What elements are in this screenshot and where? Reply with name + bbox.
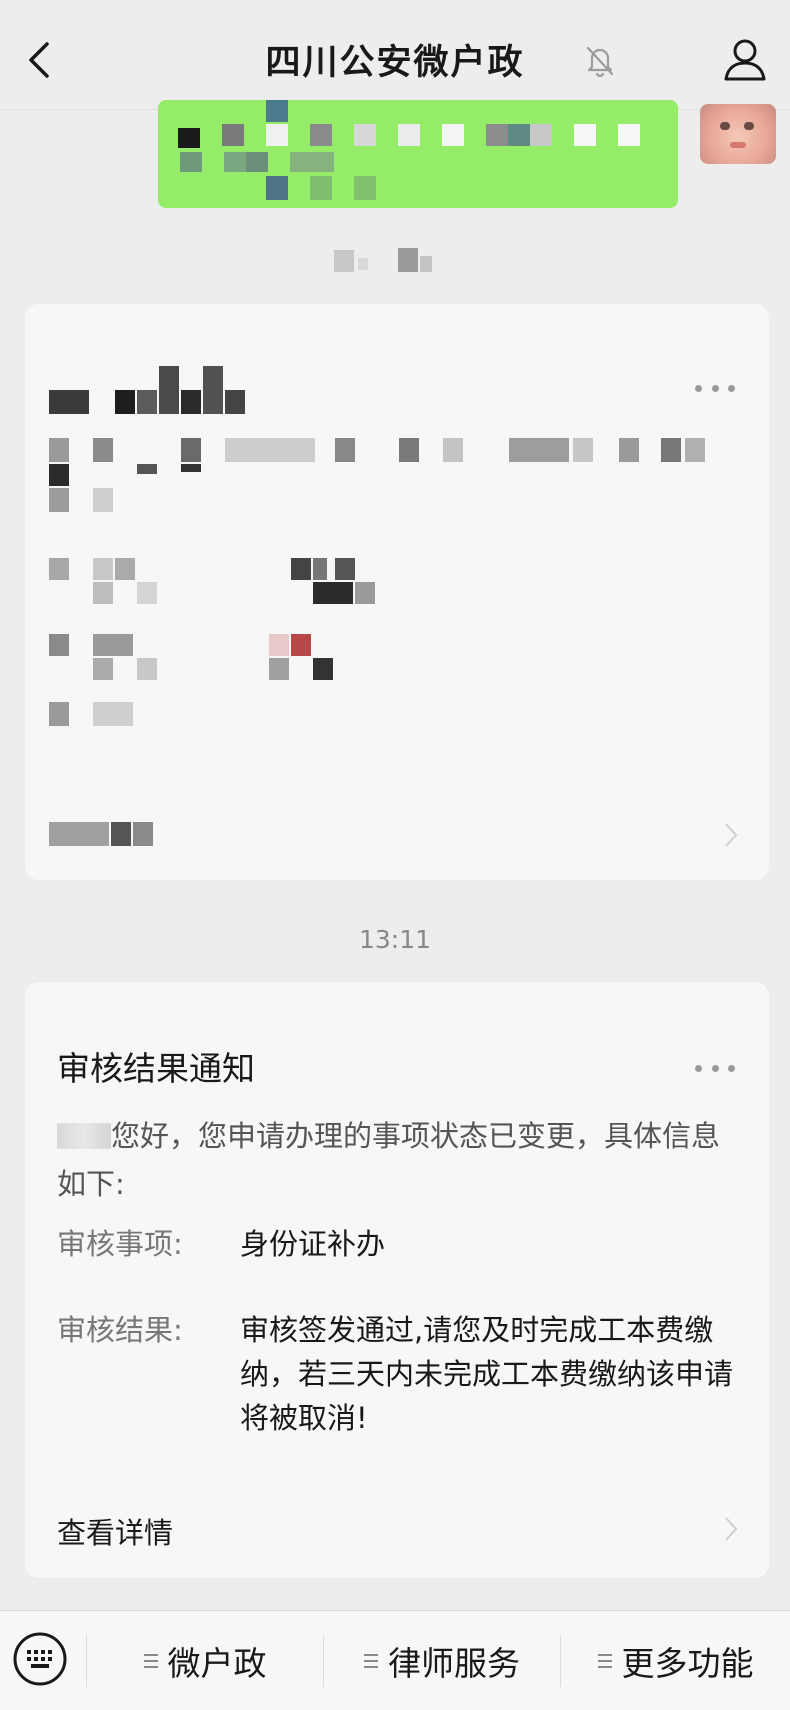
greeting-text: 您好，您申请办理的事项状态已变更，具体信息如下:	[57, 1119, 721, 1201]
menu-icon	[364, 1654, 378, 1668]
more-icon[interactable]	[695, 382, 735, 394]
chat-header: 四川公安微户政	[0, 0, 790, 110]
keyboard-toggle-button[interactable]	[12, 1631, 68, 1687]
field-label: 审核事项:	[57, 1227, 183, 1261]
recipient-name-blurred	[57, 1123, 111, 1149]
menu-icon	[597, 1654, 612, 1668]
avatar[interactable]	[700, 104, 776, 164]
chevron-right-icon	[725, 1517, 738, 1541]
person-icon	[724, 39, 766, 81]
mute-icon	[580, 40, 620, 80]
outgoing-message-bubble[interactable]	[158, 100, 678, 208]
message-timestamp: 13:11	[358, 925, 432, 954]
keyboard-icon	[13, 1632, 67, 1686]
profile-button[interactable]	[722, 36, 768, 82]
menu-icon	[143, 1654, 158, 1668]
review-result-card[interactable]: 审核结果通知 您好，您申请办理的事项状态已变更，具体信息如下: 审核事项: 身份…	[25, 982, 769, 1578]
field-label: 审核结果:	[57, 1313, 183, 1347]
page-title: 四川公安微户政	[265, 43, 525, 83]
field-review-item: 审核事项: 身份证补办	[57, 1222, 757, 1266]
menu-item-lawyer[interactable]: 律师服务	[324, 1611, 560, 1710]
chevron-right-icon	[725, 823, 738, 847]
field-review-result: 审核结果: 审核签发通过,请您及时完成工本费缴纳，若三天内未完成工本费缴纳该申请…	[57, 1308, 757, 1440]
time-divider-blurred	[330, 246, 460, 274]
card-title: 审核结果通知	[57, 1049, 255, 1088]
more-icon[interactable]	[695, 1062, 735, 1074]
menu-item-more[interactable]: 更多功能	[561, 1611, 790, 1710]
view-details-link[interactable]: 查看详情	[57, 1510, 173, 1552]
field-value: 审核签发通过,请您及时完成工本费缴纳，若三天内未完成工本费缴纳该申请将被取消!	[240, 1313, 734, 1435]
message-card-blurred[interactable]	[25, 304, 769, 880]
bottom-menu-bar: 微户政 律师服务 更多功能	[0, 1610, 790, 1710]
field-value: 身份证补办	[240, 1227, 386, 1261]
menu-item-hukou[interactable]: 微户政	[87, 1611, 323, 1710]
